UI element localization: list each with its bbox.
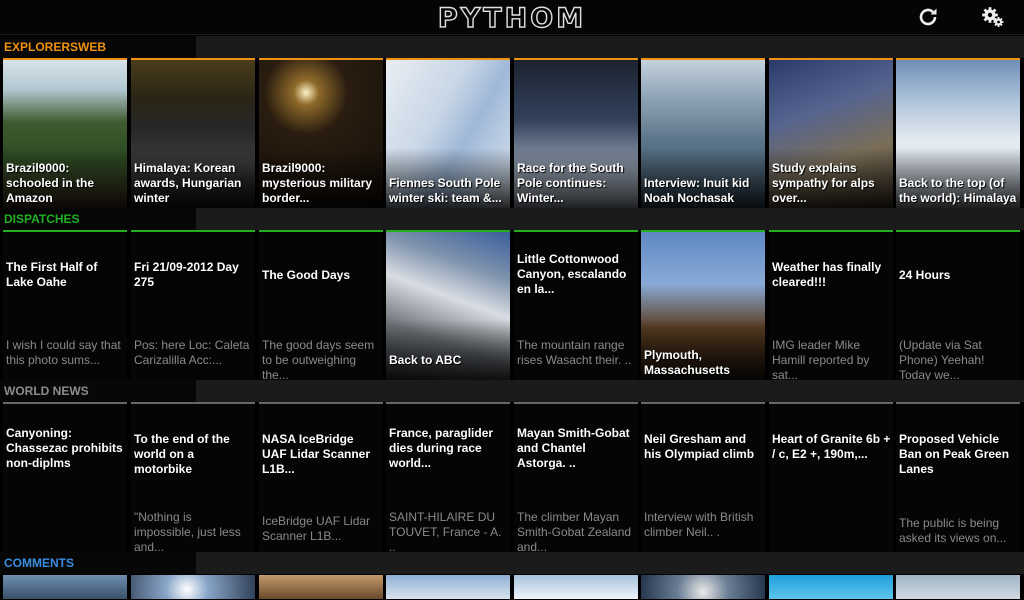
tile-snippet: (Update via Sat Phone) Yeehah! Today we.… [899,338,985,380]
world-news-tile-5[interactable]: Mayan Smith-Gobat and Chantel Astorga. .… [514,402,638,552]
dispatches-tile-8[interactable]: 24 Hours (Update via Sat Phone) Yeehah! … [896,230,1020,380]
comment-thumb-3[interactable] [259,575,383,599]
gear-icon[interactable] [981,5,1005,29]
dispatches-row: The First Half of Lake Oahe I wish I cou… [0,230,1024,380]
world-news-tile-3[interactable]: NASA IceBridge UAF Lidar Scanner L1B... … [259,402,383,552]
tile-title: Brazil9000: mysterious military border..… [262,161,373,205]
tile-title: Interview: Inuit kid Noah Nochasak [644,176,750,205]
tile-snippet: The mountain range rises Wasacht their. … [517,338,632,367]
section-header-explorersweb[interactable]: EXPLORERSWEB [0,36,1024,58]
tile-title: Race for the South Pole continues: Winte… [517,161,624,205]
explorersweb-tile-5[interactable]: Race for the South Pole continues: Winte… [514,58,638,208]
comment-thumb-6[interactable] [641,575,765,599]
explorersweb-row: Brazil9000: schooled in the Amazon Himal… [0,58,1024,208]
section-label: EXPLORERSWEB [4,40,107,54]
tile-title: The First Half of Lake Oahe [6,260,98,289]
tile-title: Mayan Smith-Gobat and Chantel Astorga. .… [517,426,630,470]
explorersweb-tile-4[interactable]: Fiennes South Pole winter ski: team &... [386,58,510,208]
tile-title: Back to the top (of the world): Himalaya [899,176,1017,205]
tile-title: Little Cottonwood Canyon, escalando en l… [517,252,627,296]
tile-snippet: "Nothing is impossible, just less and... [134,510,241,552]
dispatches-tile-4[interactable]: Back to ABC [386,230,510,380]
explorersweb-tile-1[interactable]: Brazil9000: schooled in the Amazon [3,58,127,208]
tile-title: Study explains sympathy for alps over... [772,161,875,205]
dispatches-tile-2[interactable]: Fri 21/09-2012 Day 275 Pos: here Loc: Ca… [131,230,255,380]
top-bar: PYTHOM [0,0,1024,35]
tile-snippet: I wish I could say that this photo sums.… [6,338,121,367]
world-news-tile-8[interactable]: Proposed Vehicle Ban on Peak Green Lanes… [896,402,1020,552]
tile-snippet: The good days seem to be outweighing the… [262,338,375,380]
explorersweb-tile-7[interactable]: Study explains sympathy for alps over... [769,58,893,208]
dispatches-tile-3[interactable]: The Good Days The good days seem to be o… [259,230,383,380]
tile-snippet: IMG leader Mike Hamill reported by sat..… [772,338,870,380]
tile-title: 24 Hours [899,268,951,282]
tile-title: Canyoning: Chassezac prohibits non-diplm… [6,426,123,470]
section-label: COMMENTS [4,556,74,570]
explorersweb-tile-3[interactable]: Brazil9000: mysterious military border..… [259,58,383,208]
comment-thumb-4[interactable] [386,575,510,599]
tile-title: Himalaya: Korean awards, Hungarian winte… [134,161,242,205]
tile-title: Proposed Vehicle Ban on Peak Green Lanes [899,432,1010,476]
tile-title: Fiennes South Pole winter ski: team &... [389,176,502,205]
tile-snippet: Interview with British climber Neil.. . [644,510,754,539]
world-news-tile-2[interactable]: To the end of the world on a motorbike "… [131,402,255,552]
explorersweb-tile-2[interactable]: Himalaya: Korean awards, Hungarian winte… [131,58,255,208]
tile-title: Weather has finally cleared!!! [772,260,882,289]
dispatches-tile-5[interactable]: Little Cottonwood Canyon, escalando en l… [514,230,638,380]
tile-title: The Good Days [262,268,351,282]
tile-snippet: The public is being asked its views on..… [899,516,1007,545]
world-news-tile-7[interactable]: Heart of Granite 6b + / c, E2 +, 190m,..… [769,402,893,552]
world-news-row: Canyoning: Chassezac prohibits non-diplm… [0,402,1024,552]
comment-thumb-5[interactable] [514,575,638,599]
tile-snippet: The climber Mayan Smith-Gobat Zealand an… [517,510,632,552]
dispatches-tile-6[interactable]: Plymouth, Massachusetts [641,230,765,380]
world-news-tile-4[interactable]: France, paraglider dies during race worl… [386,402,510,552]
tile-snippet: Pos: here Loc: Caleta Carizalilla Acc:..… [134,338,250,367]
world-news-tile-6[interactable]: Neil Gresham and his Olympiad climb Inte… [641,402,765,552]
section-label: WORLD NEWS [4,384,89,398]
section-header-dispatches[interactable]: DISPATCHES [0,208,1024,230]
tile-title: Heart of Granite 6b + / c, E2 +, 190m,..… [772,432,891,461]
comment-thumb-8[interactable] [896,575,1020,599]
refresh-icon[interactable] [916,5,940,29]
section-label: DISPATCHES [4,212,80,226]
app-logo: PYTHOM [437,2,587,34]
tile-title: France, paraglider dies during race worl… [389,426,494,470]
tile-title: NASA IceBridge UAF Lidar Scanner L1B... [262,432,371,476]
tile-title: Brazil9000: schooled in the Amazon [6,161,95,205]
tile-title: Back to ABC [389,353,462,367]
world-news-tile-1[interactable]: Canyoning: Chassezac prohibits non-diplm… [3,402,127,552]
tile-title: Neil Gresham and his Olympiad climb [644,432,755,461]
comments-row [0,574,1024,600]
dispatches-tile-1[interactable]: The First Half of Lake Oahe I wish I cou… [3,230,127,380]
tile-snippet: IceBridge UAF Lidar Scanner L1B... [262,514,371,543]
section-header-comments[interactable]: COMMENTS [0,552,1024,574]
tile-snippet: SAINT-HILAIRE DU TOUVET, France - A. .. [389,510,502,552]
tile-title: Plymouth, Massachusetts [644,348,731,377]
explorersweb-tile-8[interactable]: Back to the top (of the world): Himalaya [896,58,1020,208]
comment-thumb-1[interactable] [3,575,127,599]
section-header-world-news[interactable]: WORLD NEWS [0,380,1024,402]
tile-title: To the end of the world on a motorbike [134,432,230,476]
dispatches-tile-7[interactable]: Weather has finally cleared!!! IMG leade… [769,230,893,380]
comment-thumb-7[interactable] [769,575,893,599]
explorersweb-tile-6[interactable]: Interview: Inuit kid Noah Nochasak [641,58,765,208]
tile-title: Fri 21/09-2012 Day 275 [134,260,239,289]
comment-thumb-2[interactable] [131,575,255,599]
